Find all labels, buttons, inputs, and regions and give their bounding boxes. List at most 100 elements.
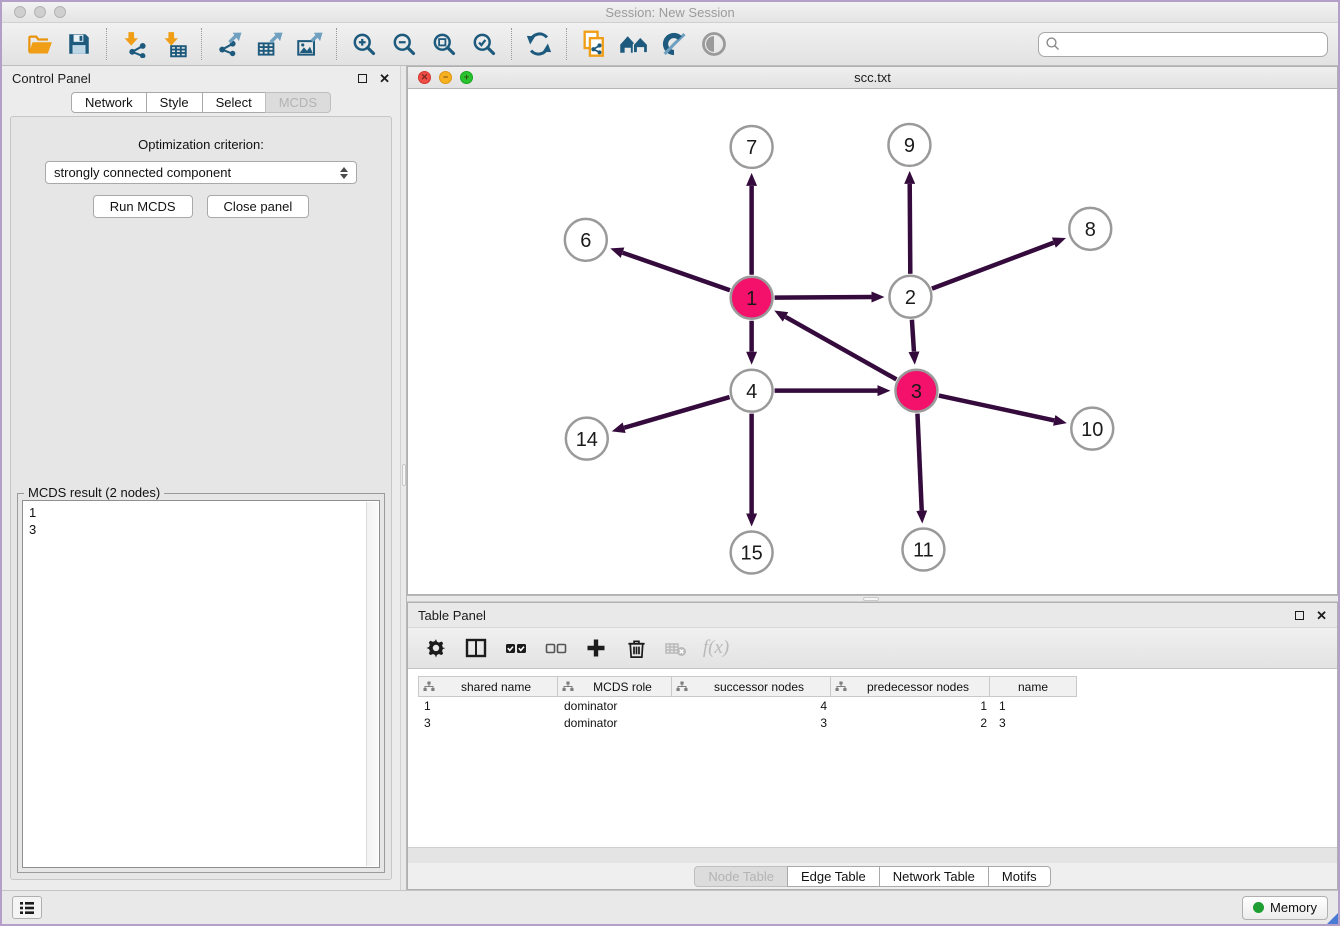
splitter-grip[interactable] <box>402 464 406 486</box>
table-cell[interactable]: 4 <box>673 697 833 714</box>
import-network-icon[interactable] <box>117 27 151 61</box>
tab-style[interactable]: Style <box>146 92 203 113</box>
unselect-all-icon[interactable] <box>542 634 570 662</box>
graph-node-7[interactable]: 7 <box>731 126 773 168</box>
export-table-icon[interactable] <box>252 27 286 61</box>
zoom-selected-icon[interactable] <box>467 27 501 61</box>
column-type-icon <box>562 681 574 692</box>
function-icon[interactable]: f(x) <box>702 634 730 662</box>
graph-node-11[interactable]: 11 <box>902 529 944 571</box>
graph-node-10[interactable]: 10 <box>1071 408 1113 450</box>
graph-edge-1-6[interactable] <box>623 253 730 291</box>
graph-node-6[interactable]: 6 <box>565 219 607 261</box>
select-spinner-icon <box>340 167 348 179</box>
graph-node-9[interactable]: 9 <box>888 124 930 166</box>
table-hscrollbar[interactable] <box>408 847 1337 863</box>
houses-icon[interactable] <box>617 27 651 61</box>
result-scrollbar[interactable] <box>366 502 378 866</box>
svg-text:9: 9 <box>904 135 915 157</box>
graph-edge-3-10[interactable] <box>939 396 1054 421</box>
add-icon[interactable] <box>582 634 610 662</box>
column-header[interactable]: predecessor nodes <box>830 676 990 697</box>
graph-node-1[interactable]: 1 <box>731 277 773 319</box>
graph-edge-2-3[interactable] <box>912 320 914 352</box>
graph-node-4[interactable]: 4 <box>731 370 773 412</box>
network-title: scc.txt <box>408 70 1337 85</box>
table-cell[interactable]: 3 <box>673 714 833 731</box>
splitter-grip-h[interactable] <box>863 597 879 601</box>
graph-edge-4-14[interactable] <box>624 397 729 428</box>
node-table: shared nameMCDS rolesuccessor nodesprede… <box>408 669 1337 847</box>
memory-button[interactable]: Memory <box>1242 896 1328 920</box>
graph-edge-1-2[interactable] <box>775 297 872 298</box>
graph-node-2[interactable]: 2 <box>889 276 931 318</box>
column-header[interactable]: MCDS role <box>557 676 672 697</box>
tab-network-table[interactable]: Network Table <box>879 866 989 887</box>
search-input[interactable] <box>1061 37 1321 52</box>
gear-icon[interactable] <box>422 634 450 662</box>
column-header[interactable]: shared name <box>418 676 558 697</box>
tab-node-table[interactable]: Node Table <box>694 866 788 887</box>
vertical-splitter[interactable] <box>400 66 407 890</box>
control-panel-tabs: Network Style Select MCDS <box>2 90 400 113</box>
apply-layout-icon[interactable] <box>522 27 556 61</box>
tab-mcds[interactable]: MCDS <box>265 92 331 113</box>
zoom-in-icon[interactable] <box>347 27 381 61</box>
network-titlebar: ✕ − + scc.txt <box>408 67 1337 89</box>
table-cell[interactable]: 1 <box>993 697 1081 714</box>
delete-column-icon[interactable] <box>662 634 690 662</box>
import-table-icon[interactable] <box>157 27 191 61</box>
table-cell[interactable]: 3 <box>993 714 1081 731</box>
save-session-icon[interactable] <box>62 27 96 61</box>
table-cell[interactable]: 1 <box>418 697 558 714</box>
export-image-icon[interactable] <box>292 27 326 61</box>
select-all-icon[interactable] <box>502 634 530 662</box>
trash-icon[interactable] <box>622 634 650 662</box>
graph-edge-2-9[interactable] <box>910 184 911 274</box>
graph-edge-2-8[interactable] <box>932 243 1054 289</box>
table-cell[interactable]: 1 <box>833 697 993 714</box>
close-panel-icon[interactable]: ✕ <box>379 72 390 85</box>
table-cell[interactable]: dominator <box>558 697 673 714</box>
svg-text:2: 2 <box>905 287 916 309</box>
zoom-fit-icon[interactable] <box>427 27 461 61</box>
table-row[interactable]: 3dominator323 <box>418 714 1337 731</box>
tab-select[interactable]: Select <box>202 92 266 113</box>
graph-edge-3-11[interactable] <box>917 414 921 511</box>
tab-edge-table[interactable]: Edge Table <box>787 866 880 887</box>
tab-network[interactable]: Network <box>71 92 147 113</box>
tab-motifs[interactable]: Motifs <box>988 866 1051 887</box>
svg-text:6: 6 <box>580 230 591 252</box>
criterion-select[interactable]: strongly connected component <box>45 161 357 184</box>
column-header[interactable]: name <box>989 676 1077 697</box>
app-window: Session: New Session <box>0 0 1340 926</box>
graph-node-8[interactable]: 8 <box>1069 208 1111 250</box>
float-table-panel-icon[interactable] <box>1295 611 1304 620</box>
graph-node-14[interactable]: 14 <box>566 418 608 460</box>
horizontal-splitter[interactable] <box>407 595 1338 602</box>
network-canvas[interactable]: 7 9 6 8 1 2 4 3 14 10 15 11 <box>408 89 1337 594</box>
table-toolbar: f(x) <box>408 627 1337 669</box>
table-cell[interactable]: 2 <box>833 714 993 731</box>
run-mcds-button[interactable]: Run MCDS <box>93 195 193 218</box>
graphics-details-icon[interactable] <box>657 27 691 61</box>
float-panel-icon[interactable] <box>358 74 367 83</box>
clone-network-icon[interactable] <box>577 27 611 61</box>
graph-node-3[interactable]: 3 <box>895 370 937 412</box>
close-table-panel-icon[interactable]: ✕ <box>1316 609 1327 622</box>
export-network-icon[interactable] <box>212 27 246 61</box>
table-cell[interactable]: 3 <box>418 714 558 731</box>
zoom-out-icon[interactable] <box>387 27 421 61</box>
birds-eye-icon[interactable] <box>697 27 731 61</box>
resize-grip[interactable] <box>1327 913 1338 924</box>
column-header[interactable]: successor nodes <box>671 676 831 697</box>
table-cell[interactable]: dominator <box>558 714 673 731</box>
mcds-result-area[interactable]: 1 3 <box>22 500 380 868</box>
graph-node-15[interactable]: 15 <box>731 532 773 574</box>
open-session-icon[interactable] <box>22 27 56 61</box>
task-history-button[interactable] <box>12 896 42 919</box>
columns-icon[interactable] <box>462 634 490 662</box>
graph-edge-3-1[interactable] <box>786 317 897 379</box>
close-panel-button[interactable]: Close panel <box>207 195 310 218</box>
table-row[interactable]: 1dominator411 <box>418 697 1337 714</box>
